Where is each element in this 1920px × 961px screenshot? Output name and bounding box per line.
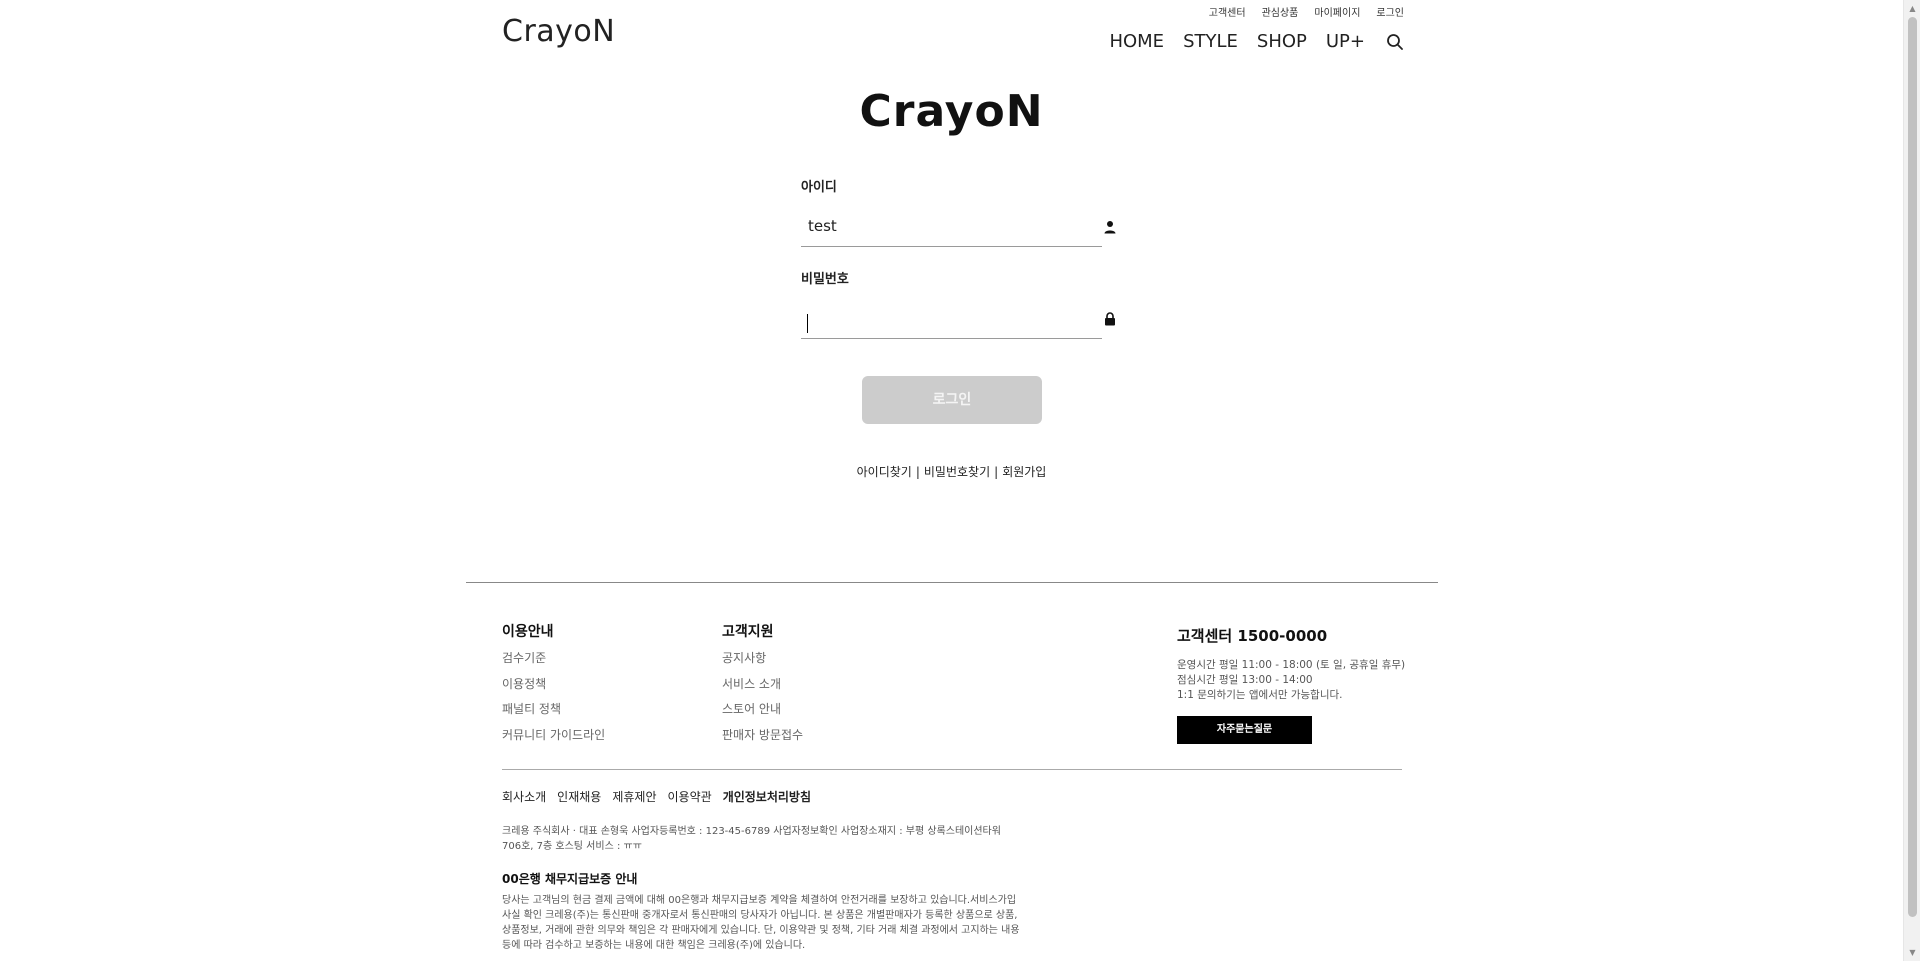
bank-guarantee-desc: 당사는 고객님의 현금 결제 금액에 대해 00은행과 채무지급보증 계약을 체… <box>502 895 1020 951</box>
nav-shop[interactable]: SHOP <box>1257 31 1307 52</box>
policy-careers[interactable]: 인재채용 <box>557 788 601 805</box>
footer-support-column: 고객지원 공지사항 서비스 소개 스토어 안내 판매자 방문접수 <box>722 621 803 751</box>
cs-inquiry-note: 1:1 문의하기는 앱에서만 가능합니다. <box>1177 689 1343 701</box>
vertical-scrollbar[interactable]: ▲ ▼ <box>1903 0 1920 961</box>
main-nav: HOME STYLE SHOP UP+ <box>1109 31 1404 52</box>
nav-style[interactable]: STYLE <box>1183 31 1238 52</box>
id-field <box>801 204 1116 247</box>
pw-field <box>801 296 1115 339</box>
business-info: 크레용 주식회사 · 대표 손형욱 사업자등록번호 : 123-45-6789 … <box>502 826 1001 852</box>
cs-lunch: 점심시간 평일 13:00 - 14:00 <box>1177 674 1313 686</box>
footer-guide-title: 이용안내 <box>502 624 554 640</box>
user-icon <box>1104 221 1116 234</box>
util-login[interactable]: 로그인 <box>1376 4 1404 19</box>
util-wishlist[interactable]: 관심상품 <box>1262 4 1299 19</box>
policy-links: 회사소개 인재채용 제휴제안 이용약관 개인정보처리방침 <box>502 788 811 805</box>
nav-upplus[interactable]: UP+ <box>1326 31 1365 52</box>
faq-button[interactable]: 자주묻는질문 <box>1177 716 1312 744</box>
footer-link-notice[interactable]: 공지사항 <box>722 649 803 675</box>
policy-privacy[interactable]: 개인정보처리방침 <box>723 788 811 805</box>
customer-center: 고객센터 1500-0000 운영시간 평일 11:00 - 18:00 (토 … <box>1177 625 1405 744</box>
pw-label: 비밀번호 <box>801 272 849 287</box>
util-mypage[interactable]: 마이페이지 <box>1314 4 1360 19</box>
scroll-up-icon[interactable]: ▲ <box>1904 0 1920 17</box>
id-input[interactable] <box>801 206 1091 246</box>
site-header: CrayoN 고객센터 관심상품 마이페이지 로그인 HOME STYLE SH… <box>0 0 1903 60</box>
nav-home[interactable]: HOME <box>1109 31 1164 52</box>
scrollbar-thumb[interactable] <box>1908 17 1917 917</box>
footer-divider <box>466 582 1438 583</box>
account-links: 아이디찾기 | 비밀번호찾기 | 회원가입 <box>0 463 1903 480</box>
link-divider: | <box>994 465 999 479</box>
footer-link-service-intro[interactable]: 서비스 소개 <box>722 675 803 701</box>
text-caret <box>807 314 808 333</box>
scroll-down-icon[interactable]: ▼ <box>1904 944 1920 961</box>
password-input[interactable] <box>801 298 1091 338</box>
header-logo[interactable]: CrayoN <box>502 14 615 49</box>
cs-hours: 운영시간 평일 11:00 - 18:00 (토 일, 공휴일 휴무) <box>1177 659 1406 671</box>
login-logo: CrayoN <box>859 86 1044 137</box>
footer-divider-2 <box>502 769 1402 770</box>
cs-title: 고객센터 1500-0000 <box>1177 627 1328 645</box>
login-button[interactable]: 로그인 <box>862 376 1042 424</box>
footer-link-store-info[interactable]: 스토어 안내 <box>722 700 803 726</box>
footer-link-community-guide[interactable]: 커뮤니티 가이드라인 <box>502 726 605 752</box>
link-divider: | <box>915 465 920 479</box>
utility-menu: 고객센터 관심상품 마이페이지 로그인 <box>1209 4 1404 19</box>
find-password-link[interactable]: 비밀번호찾기 <box>924 465 990 479</box>
search-icon[interactable] <box>1386 33 1404 51</box>
footer-link-seller-dropoff[interactable]: 판매자 방문접수 <box>722 726 803 752</box>
policy-terms[interactable]: 이용약관 <box>668 788 712 805</box>
footer-link-penalty[interactable]: 패널티 정책 <box>502 700 605 726</box>
util-customer-center[interactable]: 고객센터 <box>1209 4 1246 19</box>
signup-link[interactable]: 회원가입 <box>1002 465 1046 479</box>
policy-company[interactable]: 회사소개 <box>502 788 546 805</box>
lock-icon <box>1105 312 1115 326</box>
footer-guide-column: 이용안내 검수기준 이용정책 패널티 정책 커뮤니티 가이드라인 <box>502 621 605 751</box>
footer-link-inspection[interactable]: 검수기준 <box>502 649 605 675</box>
policy-partnership[interactable]: 제휴제안 <box>612 788 656 805</box>
bank-guarantee-title: 00은행 채무지급보증 안내 <box>502 872 638 886</box>
footer-support-title: 고객지원 <box>722 624 774 640</box>
id-label: 아이디 <box>801 180 837 195</box>
footer-link-policy[interactable]: 이용정책 <box>502 675 605 701</box>
find-id-link[interactable]: 아이디찾기 <box>857 465 912 479</box>
